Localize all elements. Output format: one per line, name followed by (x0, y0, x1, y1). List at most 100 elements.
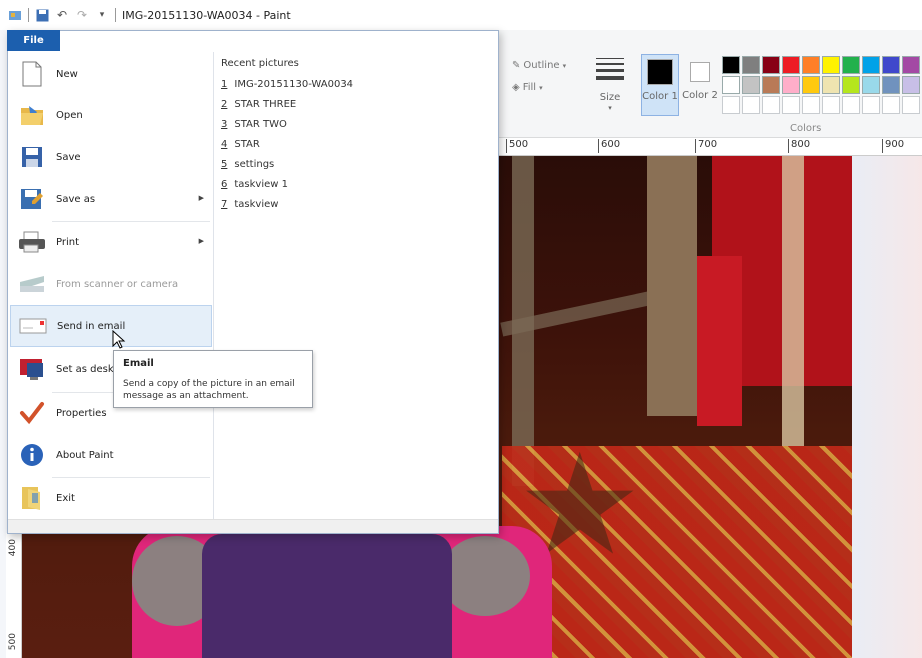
color2-swatch (690, 62, 710, 82)
submenu-arrow-icon: ▶ (198, 237, 204, 245)
menu-item-label: From scanner or camera (56, 278, 179, 290)
custom-color-slot[interactable] (782, 96, 800, 114)
email-tooltip: Email Send a copy of the picture in an e… (113, 350, 313, 408)
palette-swatch[interactable] (722, 56, 740, 74)
outline-label: Outline (523, 60, 560, 71)
menu-item-save[interactable]: Save (10, 136, 212, 178)
checkmark-icon (18, 399, 46, 427)
mouse-cursor-icon (112, 330, 126, 349)
palette-swatch[interactable] (802, 56, 820, 74)
customize-quick-access-icon[interactable]: ▾ (95, 8, 109, 22)
quick-access-toolbar: ↶ ↷ ▾ (0, 8, 116, 22)
color2-button[interactable]: Color 2 (682, 54, 718, 116)
outline-button[interactable]: ✎ Outline ▾ (512, 60, 566, 71)
size-dropdown-icon: ▾ (608, 104, 612, 112)
ruler-tick: 600 (598, 139, 620, 153)
watermark-edge (852, 156, 922, 658)
custom-color-slot[interactable] (742, 96, 760, 114)
exit-icon (18, 484, 46, 512)
size-button[interactable] (596, 58, 624, 84)
recent-picture-item[interactable]: 5 settings (221, 159, 491, 179)
custom-color-slot[interactable] (722, 96, 740, 114)
palette-swatch[interactable] (822, 76, 840, 94)
palette-swatch[interactable] (722, 76, 740, 94)
palette-swatch[interactable] (902, 76, 920, 94)
color-palette (722, 56, 920, 114)
save-disk-icon (18, 143, 46, 171)
save-as-icon (18, 185, 46, 213)
palette-swatch[interactable] (742, 56, 760, 74)
menu-item-send-in-email[interactable]: Send in email (10, 305, 212, 347)
palette-swatch[interactable] (782, 56, 800, 74)
recent-pictures-panel: Recent pictures 1 IMG-20151130-WA0034 2 STA… (221, 52, 491, 219)
email-icon (19, 312, 47, 340)
menu-item-label: Properties (56, 407, 107, 419)
file-tab[interactable]: File (7, 30, 60, 51)
palette-swatch[interactable] (842, 56, 860, 74)
recent-picture-item[interactable]: 2 STAR THREE (221, 99, 491, 119)
color1-swatch (647, 59, 673, 85)
custom-color-slot[interactable] (862, 96, 880, 114)
scanner-icon (18, 270, 46, 298)
recent-pictures-list: 1 IMG-20151130-WA0034 2 STAR THREE 3 STAR TWO… (221, 79, 491, 219)
save-icon[interactable] (35, 8, 49, 22)
fill-button[interactable]: ◈ Fill ▾ (512, 82, 543, 93)
fill-icon: ◈ (512, 82, 520, 93)
menu-item-save-as[interactable]: Save as ▶ (10, 178, 212, 220)
ribbon: ✎ Outline ▾ ◈ Fill ▾ Size ▾ Color 1 Color … (498, 30, 922, 138)
ruler-tick: 900 (882, 139, 904, 153)
custom-color-slot[interactable] (882, 96, 900, 114)
fill-label: Fill (522, 82, 537, 93)
recent-picture-number: 1 (221, 79, 228, 90)
redo-icon[interactable]: ↷ (75, 8, 89, 22)
palette-swatch[interactable] (862, 76, 880, 94)
ruler-tick: 700 (695, 139, 717, 153)
ruler-tick: 500 (506, 139, 528, 153)
custom-color-slot[interactable] (762, 96, 780, 114)
divider (115, 8, 116, 22)
palette-swatch[interactable] (762, 56, 780, 74)
recent-picture-name: STAR THREE (234, 99, 297, 110)
palette-swatch[interactable] (742, 76, 760, 94)
color1-label: Color 1 (642, 91, 678, 102)
palette-swatch[interactable] (882, 56, 900, 74)
menu-item-print[interactable]: Print ▶ (10, 221, 212, 263)
menu-item-new[interactable]: New (10, 53, 212, 95)
recent-picture-number: 6 (221, 179, 228, 190)
undo-icon[interactable]: ↶ (55, 8, 69, 22)
info-icon (18, 441, 46, 469)
recent-picture-number: 5 (221, 159, 228, 170)
recent-picture-item[interactable]: 4 STAR (221, 139, 491, 159)
recent-picture-item[interactable]: 7 taskview (221, 199, 491, 219)
recent-picture-name: taskview 1 (234, 179, 288, 190)
custom-color-slot[interactable] (902, 96, 920, 114)
palette-swatch[interactable] (882, 76, 900, 94)
palette-swatch[interactable] (842, 76, 860, 94)
custom-color-slot[interactable] (802, 96, 820, 114)
tooltip-title: Email (123, 358, 154, 369)
recent-picture-item[interactable]: 1 IMG-20151130-WA0034 (221, 79, 491, 99)
dropdown-arrow-icon: ▾ (562, 61, 567, 70)
menu-item-label: About Paint (56, 449, 114, 461)
recent-picture-item[interactable]: 3 STAR TWO (221, 119, 491, 139)
recent-picture-item[interactable]: 6 taskview 1 (221, 179, 491, 199)
palette-swatch[interactable] (802, 76, 820, 94)
ruler-tick: 500 (8, 633, 18, 651)
file-menu-footer (8, 519, 498, 533)
palette-swatch[interactable] (862, 56, 880, 74)
colors-group-label: Colors (790, 123, 822, 134)
menu-item-label: Save (56, 151, 81, 163)
palette-swatch[interactable] (902, 56, 920, 74)
palette-swatch[interactable] (782, 76, 800, 94)
file-menu: New Open Save Save as ▶ Print ▶ From sca… (7, 30, 499, 534)
menu-item-open[interactable]: Open (10, 94, 212, 136)
window-title: IMG-20151130-WA0034 - Paint (122, 8, 291, 22)
menu-item-about-paint[interactable]: About Paint (10, 434, 212, 476)
custom-color-slot[interactable] (822, 96, 840, 114)
palette-swatch[interactable] (762, 76, 780, 94)
menu-item-exit[interactable]: Exit (10, 477, 212, 519)
custom-color-slot[interactable] (842, 96, 860, 114)
palette-swatch[interactable] (822, 56, 840, 74)
color1-button[interactable]: Color 1 (641, 54, 679, 116)
paint-app-icon[interactable] (8, 8, 22, 22)
